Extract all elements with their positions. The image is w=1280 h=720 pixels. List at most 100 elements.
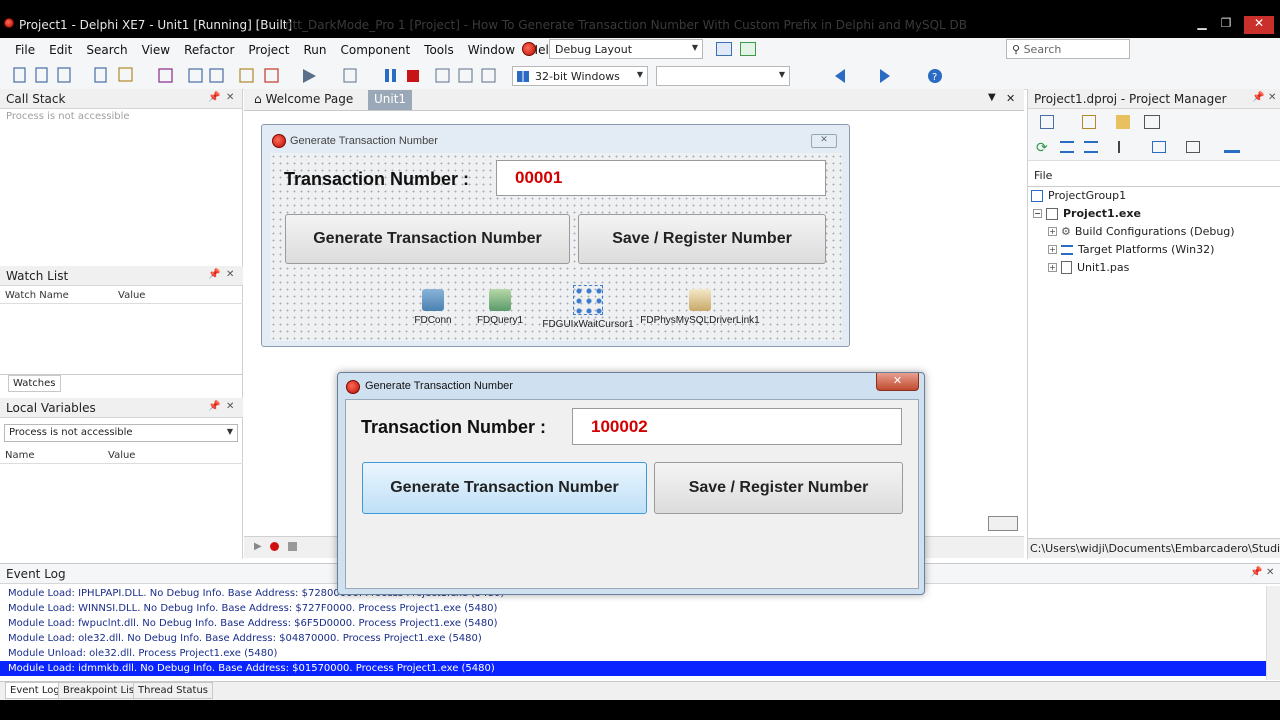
maximize-button[interactable]: ❐: [1214, 16, 1238, 34]
sort-icon[interactable]: [1224, 141, 1240, 153]
add-file-icon: [239, 68, 254, 83]
close-icon[interactable]: ✕: [811, 134, 837, 148]
watch-list-title: Watch List: [6, 269, 69, 283]
close-icon[interactable]: ✕: [1266, 567, 1274, 578]
fdquery-component[interactable]: FDQuery1: [455, 289, 545, 326]
tree-target-platforms[interactable]: + Target Platforms (Win32): [1048, 243, 1214, 256]
build-icon[interactable]: [1152, 141, 1166, 153]
generate-transaction-button[interactable]: Generate Transaction Number: [362, 462, 647, 514]
event-log-list[interactable]: Module Load: IPHLPAPI.DLL. No Debug Info…: [0, 584, 1280, 676]
collapse-node-icon[interactable]: −: [1033, 209, 1042, 218]
menu-refactor[interactable]: Refactor: [177, 43, 241, 57]
fdphys-mysql-component[interactable]: FDPhysMySQLDriverLink1: [638, 289, 762, 326]
close-button[interactable]: ✕: [876, 373, 919, 391]
form-preview-icon[interactable]: [988, 516, 1018, 531]
menu-window[interactable]: Window: [461, 43, 522, 57]
pin-icon[interactable]: 📌: [1250, 567, 1262, 578]
new-item-icon[interactable]: [1040, 115, 1054, 129]
record-macro-icon[interactable]: [270, 542, 279, 551]
close-icon[interactable]: ✕: [226, 269, 234, 280]
pin-icon[interactable]: 📌: [208, 269, 220, 280]
menu-run[interactable]: Run: [296, 43, 333, 57]
minimize-button[interactable]: ▁: [1190, 16, 1214, 34]
refresh-icon[interactable]: ⟳: [1036, 140, 1048, 156]
transaction-number-field[interactable]: 00001: [496, 160, 826, 196]
log-row[interactable]: Module Load: fwpuclnt.dll. No Debug Info…: [0, 616, 1280, 631]
log-row[interactable]: Module Unload: ole32.dll. Process Projec…: [0, 646, 1280, 661]
expand-node-icon[interactable]: +: [1048, 263, 1057, 272]
collapse-icon[interactable]: [1084, 141, 1098, 153]
tree-project-group-label: ProjectGroup1: [1048, 189, 1127, 202]
log-row-selected[interactable]: Module Load: idmmkb.dll. No Debug Info. …: [0, 661, 1266, 676]
tree-project-group[interactable]: ProjectGroup1: [1031, 189, 1126, 202]
stop-macro-icon[interactable]: [288, 542, 297, 551]
design-form[interactable]: Generate Transaction Number ✕ Transactio…: [261, 124, 850, 347]
tab-unit1[interactable]: Unit1: [368, 90, 413, 110]
query-icon: [489, 289, 511, 311]
expand-node-icon[interactable]: +: [1048, 227, 1057, 236]
pin-icon[interactable]: 📌: [208, 401, 220, 412]
play-macro-icon[interactable]: ▶: [254, 541, 262, 552]
options-icon[interactable]: [1186, 141, 1200, 153]
chevron-down-icon: ▼: [226, 427, 233, 436]
menu-project[interactable]: Project: [241, 43, 296, 57]
watch-value-column[interactable]: Value: [118, 290, 145, 301]
close-icon[interactable]: ✕: [1268, 92, 1276, 103]
close-icon[interactable]: ✕: [226, 92, 234, 103]
build-config-combo[interactable]: ▼: [656, 66, 790, 86]
tab-thread-status[interactable]: Thread Status: [133, 682, 214, 699]
chevron-down-icon[interactable]: ▼: [988, 92, 996, 103]
run-until-return-icon: [481, 68, 496, 83]
pin-icon[interactable]: 📌: [1252, 92, 1264, 103]
fdguix-waitcursor-component[interactable]: FDGUIxWaitCursor1: [538, 285, 638, 330]
name-column[interactable]: Name: [5, 450, 35, 461]
close-icon[interactable]: ✕: [226, 401, 234, 412]
transaction-number-field[interactable]: 100002: [572, 408, 902, 445]
menu-view[interactable]: View: [135, 43, 177, 57]
open-icon: [94, 67, 107, 83]
tree-project-exe[interactable]: − Project1.exe: [1033, 207, 1141, 220]
menu-edit[interactable]: Edit: [42, 43, 79, 57]
watch-name-column[interactable]: Watch Name: [5, 290, 69, 301]
tree-build-configurations[interactable]: + ⚙ Build Configurations (Debug): [1048, 225, 1235, 238]
wait-cursor-icon: [573, 285, 603, 315]
menu-file[interactable]: File: [8, 43, 42, 57]
view-icon[interactable]: [1144, 115, 1160, 129]
local-variables-combo[interactable]: Process is not accessible ▼: [4, 424, 238, 442]
bottom-tabbar: Event Log Breakpoint List Thread Status: [0, 681, 1280, 700]
log-row[interactable]: Module Load: ole32.dll. No Debug Info. B…: [0, 631, 1280, 646]
running-app-window[interactable]: Generate Transaction Number ✕ Transactio…: [337, 372, 925, 595]
back-icon: [835, 69, 845, 83]
event-log-scrollbar[interactable]: [1266, 586, 1280, 680]
close-button[interactable]: ✕: [1244, 16, 1274, 34]
folder-icon[interactable]: [1116, 115, 1130, 129]
platform-combo[interactable]: 32-bit Windows ▼: [512, 66, 648, 86]
fdphys-label: FDPhysMySQLDriverLink1: [640, 315, 760, 326]
tree-unit1-pas[interactable]: + Unit1.pas: [1048, 261, 1129, 274]
menu-search[interactable]: Search: [79, 43, 134, 57]
list-icon[interactable]: [1118, 141, 1132, 153]
tab-event-log[interactable]: Event Log: [5, 682, 65, 699]
background-window-title: ntt_DarkMode_Pro 1 [Project] - How To Ge…: [285, 18, 968, 32]
expand-icon[interactable]: [1060, 141, 1074, 153]
pin-icon[interactable]: 📌: [208, 92, 220, 103]
expand-node-icon[interactable]: +: [1048, 245, 1057, 254]
close-icon[interactable]: ✕: [1006, 92, 1015, 105]
set-layout-icon[interactable]: [740, 42, 756, 56]
save-layout-icon[interactable]: [716, 42, 732, 56]
add-icon[interactable]: [1082, 115, 1096, 129]
tab-breakpoint-list[interactable]: Breakpoint List: [58, 682, 143, 699]
search-input[interactable]: ⚲ Search: [1006, 39, 1130, 59]
value-column[interactable]: Value: [108, 450, 135, 461]
layout-combo[interactable]: Debug Layout ▼: [549, 39, 703, 59]
tab-watches[interactable]: Watches: [8, 375, 61, 392]
save-register-button[interactable]: Save / Register Number: [578, 214, 826, 264]
layout-icon: [522, 42, 536, 56]
generate-transaction-button[interactable]: Generate Transaction Number: [285, 214, 570, 264]
transaction-label: Transaction Number :: [284, 169, 470, 189]
log-row[interactable]: Module Load: WINNSI.DLL. No Debug Info. …: [0, 601, 1280, 616]
menu-tools[interactable]: Tools: [417, 43, 461, 57]
tab-welcome-page[interactable]: ⌂ Welcome Page: [254, 92, 353, 106]
menu-component[interactable]: Component: [333, 43, 417, 57]
save-register-button[interactable]: Save / Register Number: [654, 462, 903, 514]
